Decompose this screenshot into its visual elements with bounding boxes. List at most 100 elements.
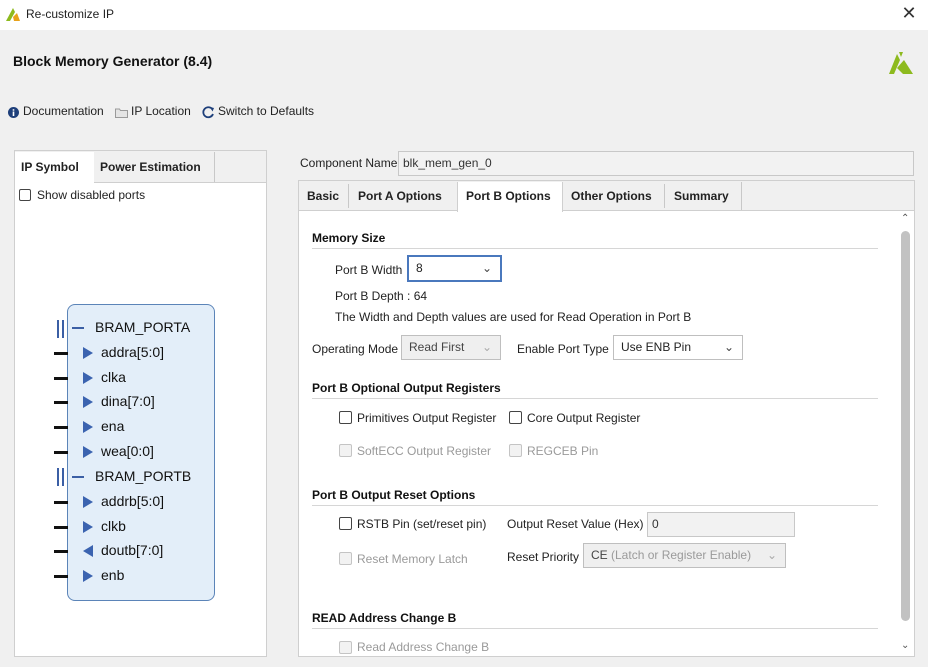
reset-memory-latch-checkbox <box>339 552 352 565</box>
enable-port-type-label: Enable Port Type <box>517 342 609 356</box>
pin-line <box>54 352 68 355</box>
input-arrow-icon <box>83 570 93 582</box>
operating-mode-label: Operating Mode <box>312 342 399 356</box>
bus-marker <box>62 468 64 486</box>
scroll-down-icon[interactable]: ⌄ <box>901 640 909 651</box>
divider <box>312 628 878 629</box>
component-name-label: Component Name <box>300 156 398 170</box>
pin-line <box>54 526 68 529</box>
reset-priority-value: CE <box>591 548 608 562</box>
port-pin: ena <box>101 418 125 434</box>
tab-power-estimation[interactable]: Power Estimation <box>94 152 215 182</box>
info-icon <box>8 107 19 118</box>
port-pin: wea[0:0] <box>101 443 154 459</box>
tab-summary[interactable]: Summary <box>666 182 742 210</box>
input-arrow-icon <box>83 372 93 384</box>
scrollbar-thumb[interactable] <box>901 231 910 621</box>
bus-marker <box>62 320 64 338</box>
memory-size-heading: Memory Size <box>312 231 386 245</box>
tab-divider <box>664 184 665 208</box>
tab-other-options[interactable]: Other Options <box>563 182 663 210</box>
reset-priority-combo: CE (Latch or Register Enable) ⌄ <box>583 543 786 568</box>
collapse-icon[interactable] <box>72 476 84 478</box>
port-pin: addrb[5:0] <box>101 493 165 509</box>
folder-icon <box>115 108 128 118</box>
bram-portb-label: BRAM_PORTB <box>95 468 192 484</box>
bus-marker <box>57 468 59 486</box>
divider <box>312 505 878 506</box>
reset-priority-hint: (Latch or Register Enable) <box>611 548 752 562</box>
output-reset-value-label: Output Reset Value (Hex) <box>507 517 644 531</box>
read-address-change-checkbox <box>339 641 352 654</box>
chevron-down-icon: ⌄ <box>766 548 777 562</box>
title-bar <box>0 0 928 30</box>
pin-line <box>54 401 68 404</box>
ip-location-link[interactable]: IP Location <box>131 104 191 118</box>
pin-line <box>54 550 68 553</box>
show-disabled-ports-checkbox[interactable] <box>19 189 31 201</box>
input-arrow-icon <box>83 496 93 508</box>
input-arrow-icon <box>83 421 93 433</box>
pin-line <box>54 426 68 429</box>
pin-line <box>54 501 68 504</box>
chevron-down-icon: ⌄ <box>723 340 734 354</box>
read-address-heading: READ Address Change B <box>312 611 457 625</box>
chevron-down-icon: ⌄ <box>481 340 492 354</box>
rstb-pin-label: RSTB Pin (set/reset pin) <box>357 517 487 531</box>
pin-line <box>54 451 68 454</box>
port-pin: enb <box>101 567 125 583</box>
xilinx-logo-icon <box>889 52 913 74</box>
core-output-register-label: Core Output Register <box>527 411 641 425</box>
enable-port-type-value: Use ENB Pin <box>621 340 692 354</box>
vivado-logo-icon <box>6 8 20 21</box>
port-pin: clkb <box>101 518 126 534</box>
pin-line <box>54 575 68 578</box>
tab-divider <box>348 184 349 208</box>
input-arrow-icon <box>83 446 93 458</box>
input-arrow-icon <box>83 396 93 408</box>
component-name-field[interactable]: blk_mem_gen_0 <box>398 151 914 176</box>
reset-priority-label: Reset Priority <box>507 550 580 564</box>
scroll-up-icon[interactable]: ⌃ <box>901 213 909 224</box>
rstb-pin-checkbox[interactable] <box>339 517 352 530</box>
port-b-depth-text: Port B Depth : 64 <box>335 289 428 303</box>
documentation-link[interactable]: Documentation <box>23 104 104 118</box>
port-pin: dina[7:0] <box>101 393 155 409</box>
operating-mode-value: Read First <box>409 340 465 354</box>
input-arrow-icon <box>83 521 93 533</box>
port-b-width-combo[interactable]: 8 ⌄ <box>407 255 502 282</box>
divider <box>312 398 878 399</box>
port-pin: clka <box>101 369 126 385</box>
tab-ip-symbol[interactable]: IP Symbol <box>15 152 94 184</box>
reset-memory-latch-label: Reset Memory Latch <box>357 552 468 566</box>
port-b-width-label: Port B Width <box>335 263 403 277</box>
optional-registers-heading: Port B Optional Output Registers <box>312 381 501 395</box>
close-button[interactable]: ✕ <box>898 3 920 24</box>
tab-port-b-options[interactable]: Port B Options <box>457 182 563 212</box>
switch-to-defaults-link[interactable]: Switch to Defaults <box>218 104 314 118</box>
port-pin: addra[5:0] <box>101 344 165 360</box>
softecc-output-register-checkbox <box>339 444 352 457</box>
collapse-icon[interactable] <box>72 327 84 329</box>
core-output-register-checkbox[interactable] <box>509 411 522 424</box>
chevron-down-icon: ⌄ <box>481 261 492 275</box>
output-reset-value-field[interactable]: 0 <box>647 512 795 537</box>
read-address-change-label: Read Address Change B <box>357 640 490 654</box>
operating-mode-combo: Read First ⌄ <box>401 335 501 360</box>
pin-line <box>54 377 68 380</box>
bram-porta-label: BRAM_PORTA <box>95 319 191 335</box>
page-title: Block Memory Generator (8.4) <box>13 53 213 69</box>
bus-marker <box>57 320 59 338</box>
reset-options-heading: Port B Output Reset Options <box>312 488 476 502</box>
divider <box>312 248 878 249</box>
regceb-pin-label: REGCEB Pin <box>527 444 599 458</box>
refresh-icon <box>202 106 214 119</box>
primitives-output-register-label: Primitives Output Register <box>357 411 497 425</box>
tab-basic[interactable]: Basic <box>299 182 347 210</box>
tab-port-a-options[interactable]: Port A Options <box>350 182 456 210</box>
softecc-output-register-label: SoftECC Output Register <box>357 444 492 458</box>
primitives-output-register-checkbox[interactable] <box>339 411 352 424</box>
port-pin: doutb[7:0] <box>101 542 164 558</box>
show-disabled-ports-label: Show disabled ports <box>37 188 146 202</box>
enable-port-type-combo[interactable]: Use ENB Pin ⌄ <box>613 335 743 360</box>
